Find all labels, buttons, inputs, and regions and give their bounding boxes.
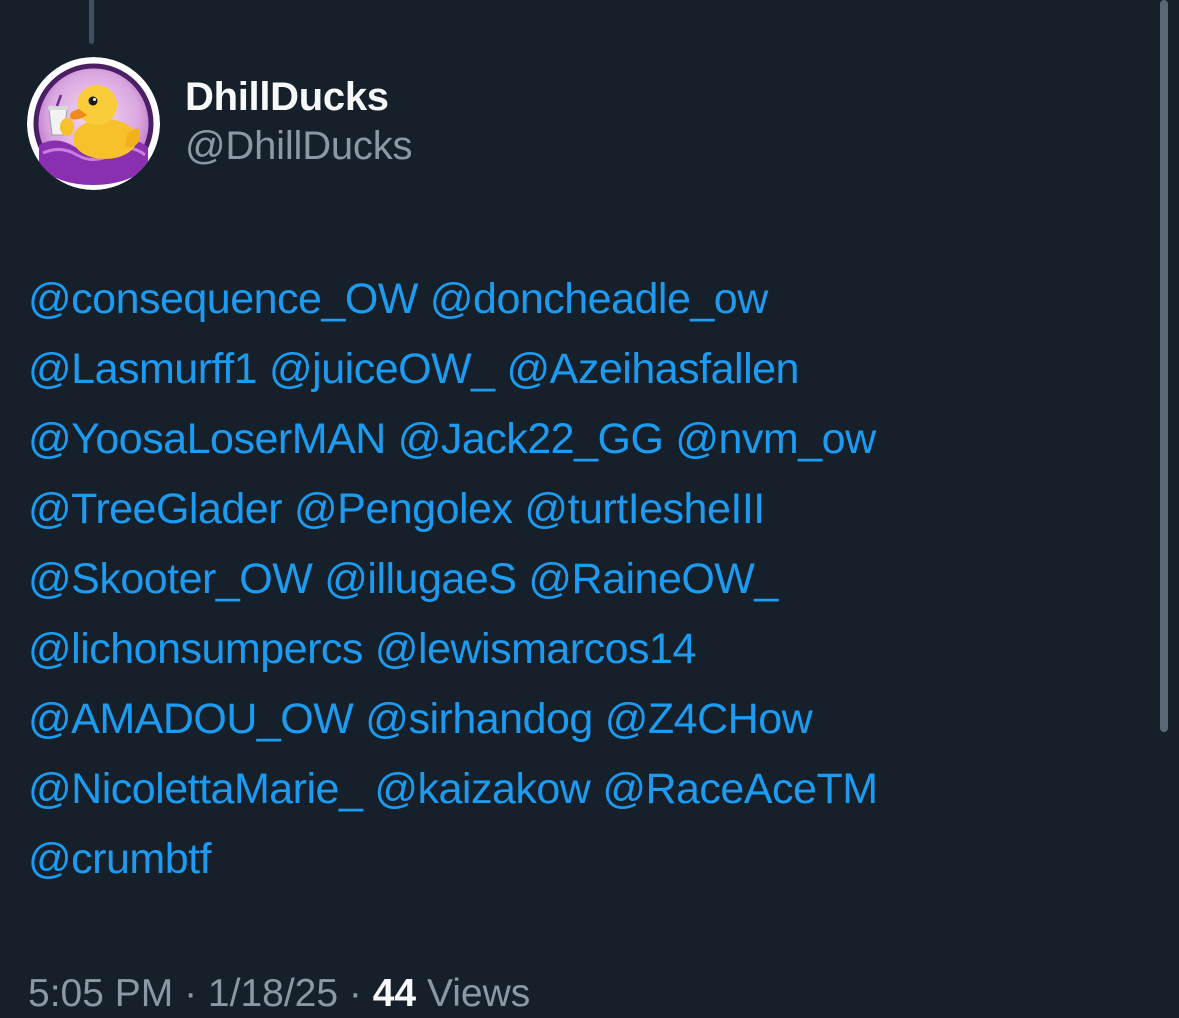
mention-link[interactable]: @turtIesheIII [524, 485, 765, 533]
mention-link[interactable]: @juiceOW_ [269, 345, 495, 393]
mention-link[interactable]: @Lasmurff1 [28, 345, 258, 393]
tweet-text-line: @TreeGlader @Pengolex @turtIesheIII [28, 474, 1148, 544]
scrollbar[interactable] [1160, 0, 1168, 732]
views-label: Views [426, 972, 531, 1015]
avatar[interactable] [27, 57, 160, 190]
author-handle[interactable]: @DhillDucks [185, 120, 413, 172]
tweet-text-line: @YoosaLoserMAN @Jack22_GG @nvm_ow [28, 404, 1148, 474]
tweet-text-line: @consequence_OW @doncheadle_ow [28, 264, 1148, 334]
mention-link[interactable]: @AMADOU_OW [28, 695, 354, 743]
mention-link[interactable]: @YoosaLoserMAN [28, 415, 386, 463]
mention-link[interactable]: @Skooter_OW [28, 555, 313, 603]
mention-link[interactable]: @TreeGlader [28, 485, 283, 533]
mention-link[interactable]: @nvm_ow [675, 415, 876, 463]
mention-link[interactable]: @Pengolex [294, 485, 513, 533]
tweet-author[interactable]: DhillDucks @DhillDucks [185, 74, 413, 172]
mention-link[interactable]: @Jack22_GG [398, 415, 664, 463]
tweet-text-line: @crumbtf [28, 824, 1148, 894]
mention-link[interactable]: @Azeihasfallen [507, 345, 800, 393]
mention-link[interactable]: @crumbtf [28, 835, 212, 883]
mention-link[interactable]: @doncheadle_ow [430, 275, 768, 323]
meta-separator: · [173, 972, 208, 1015]
tweet-text-line: @lichonsumpercs @lewismarcos14 [28, 614, 1148, 684]
mention-link[interactable]: @Z4CHow [605, 695, 813, 743]
tweet-time[interactable]: 5:05 PM [28, 972, 173, 1015]
tweet-text-line: @NicolettaMarie_ @kaizakow @RaceAceTM [28, 754, 1148, 824]
meta-separator: · [338, 972, 373, 1015]
rubber-duck-avatar-icon [27, 57, 160, 190]
mention-link[interactable]: @RaineOW_ [528, 555, 778, 603]
mention-link[interactable]: @lewismarcos14 [375, 625, 697, 673]
mention-link[interactable]: @sirhandog [365, 695, 593, 743]
mention-link[interactable]: @lichonsumpercs [28, 625, 363, 673]
mention-link[interactable]: @RaceAceTM [602, 765, 878, 813]
tweet-text-line: @Lasmurff1 @juiceOW_ @Azeihasfallen [28, 334, 1148, 404]
tweet-text-line: @AMADOU_OW @sirhandog @Z4CHow [28, 684, 1148, 754]
mention-link[interactable]: @illugaeS [324, 555, 517, 603]
author-display-name[interactable]: DhillDucks [185, 74, 412, 120]
tweet-metadata: 5:05 PM · 1/18/25 · 44 Views [28, 968, 530, 1018]
thread-connector-line [89, 0, 94, 44]
mention-link[interactable]: @consequence_OW [28, 275, 418, 323]
mention-link[interactable]: @kaizakow [374, 765, 591, 813]
tweet-date[interactable]: 1/18/25 [208, 972, 338, 1015]
mention-link[interactable]: @NicolettaMarie_ [28, 765, 363, 813]
tweet-detail-view: DhillDucks @DhillDucks @consequence_OW @… [0, 0, 1179, 1018]
tweet-text-line: @Skooter_OW @illugaeS @RaineOW_ [28, 544, 1148, 614]
views-count: 44 [372, 972, 417, 1015]
tweet-text: @consequence_OW @doncheadle_ow @Lasmurff1… [28, 264, 1148, 894]
